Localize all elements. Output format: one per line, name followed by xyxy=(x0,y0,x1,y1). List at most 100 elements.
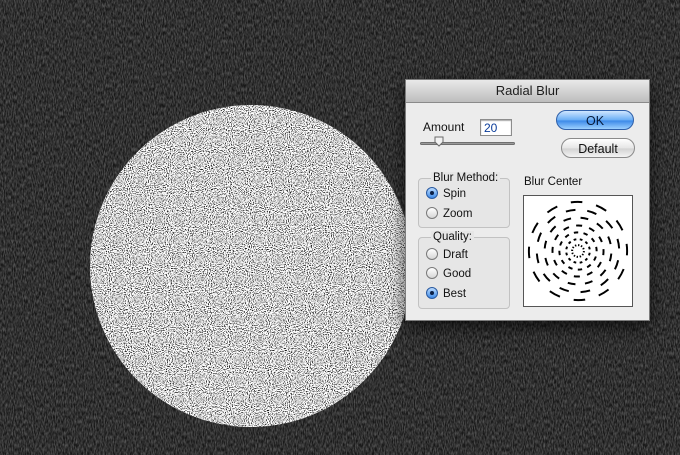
blur-center-label: Blur Center xyxy=(524,176,583,188)
radio-best-label: Best xyxy=(443,288,467,300)
spin-arc xyxy=(584,280,593,285)
amount-slider-thumb[interactable] xyxy=(434,136,444,147)
radio-spin-icon[interactable] xyxy=(426,187,438,199)
radial-blur-dialog: Radial Blur Amount OK Default Blur Metho… xyxy=(405,79,650,321)
spin-arc xyxy=(565,246,569,250)
spin-arc xyxy=(567,257,572,262)
spin-arc xyxy=(599,269,607,277)
spin-arc xyxy=(536,232,542,243)
radio-spin-label: Spin xyxy=(443,188,467,200)
spin-arc xyxy=(598,288,610,297)
spin-arc xyxy=(543,240,548,249)
radio-best[interactable]: Best xyxy=(426,287,466,303)
spin-arc xyxy=(567,240,572,245)
spin-arc xyxy=(586,271,593,276)
amount-label: Amount xyxy=(423,120,465,134)
dialog-title[interactable]: Radial Blur xyxy=(406,80,649,103)
spin-arc xyxy=(572,246,575,249)
spin-arc xyxy=(532,271,541,283)
radio-zoom-label: Zoom xyxy=(443,208,473,220)
spin-arc xyxy=(586,263,592,269)
spin-arc xyxy=(580,289,591,294)
radio-spin[interactable]: Spin xyxy=(426,187,466,203)
spin-arc xyxy=(579,255,582,258)
spin-arc xyxy=(584,257,589,262)
ok-button[interactable]: OK xyxy=(556,110,634,130)
spin-arc xyxy=(608,253,613,262)
quality-title: Quality: xyxy=(431,231,474,244)
spin-arc xyxy=(549,290,561,298)
blur-method-group: Blur Method: Spin Zoom xyxy=(418,172,510,228)
spin-arc xyxy=(535,253,540,264)
spin-arc xyxy=(584,240,589,245)
spin-arc xyxy=(560,259,566,265)
spin-arc xyxy=(616,238,621,249)
spin-arc xyxy=(580,216,589,221)
spin-arc xyxy=(590,237,596,243)
spin-arc xyxy=(586,209,597,215)
radio-good-icon[interactable] xyxy=(426,267,438,279)
radio-zoom[interactable]: Zoom xyxy=(426,207,472,223)
spin-arc xyxy=(544,257,549,266)
spin-arc xyxy=(527,246,531,259)
spin-arc xyxy=(573,260,577,264)
spin-arc xyxy=(565,208,576,213)
spin-arc xyxy=(563,217,572,222)
spin-arc xyxy=(570,200,583,204)
radio-good[interactable]: Good xyxy=(426,267,471,283)
spin-arc xyxy=(565,252,568,256)
spin-arc xyxy=(625,243,629,256)
spin-arc xyxy=(607,236,612,245)
spin-arc xyxy=(573,298,586,302)
spin-arc xyxy=(581,253,584,256)
spin-arc xyxy=(580,245,583,248)
spin-arc xyxy=(567,281,576,286)
spin-arc xyxy=(567,266,573,270)
spin-arc xyxy=(605,220,614,229)
blur-center-preview[interactable] xyxy=(523,195,633,307)
radio-zoom-icon[interactable] xyxy=(426,207,438,219)
spin-arc xyxy=(573,238,577,241)
spin-arc xyxy=(588,227,595,233)
radio-good-label: Good xyxy=(443,268,472,280)
spin-arc xyxy=(531,222,539,234)
spin-arc xyxy=(615,219,624,231)
spin-arc xyxy=(571,252,574,255)
radio-best-icon[interactable] xyxy=(426,287,438,299)
spin-arc xyxy=(582,247,585,250)
spin-arc xyxy=(564,233,570,239)
radio-draft-icon[interactable] xyxy=(426,248,438,260)
spin-arc xyxy=(559,287,570,293)
spin-arc xyxy=(547,215,556,224)
amount-input[interactable] xyxy=(480,119,512,136)
spin-arc xyxy=(563,226,570,231)
spin-arc xyxy=(583,232,589,236)
spin-arc xyxy=(588,246,591,250)
spin-arc xyxy=(546,205,558,214)
spin-arc xyxy=(587,252,591,256)
spin-arc xyxy=(552,272,560,280)
spin-arc xyxy=(579,261,583,264)
spin-arc xyxy=(542,273,551,282)
spin-arc xyxy=(561,269,568,275)
spin-arc xyxy=(559,240,563,246)
quality-group: Quality: Draft Good Best xyxy=(418,231,510,309)
spin-arc xyxy=(574,244,577,247)
spin-arc xyxy=(598,236,603,243)
spin-arc xyxy=(553,259,558,266)
spin-arc xyxy=(549,225,557,233)
spin-arc xyxy=(573,254,576,257)
spin-arc xyxy=(579,238,583,242)
spin-arc xyxy=(600,278,609,287)
spin-arc xyxy=(595,204,607,212)
default-button[interactable]: Default xyxy=(561,138,635,158)
spin-arc xyxy=(614,259,620,270)
blur-method-title: Blur Method: xyxy=(431,172,501,185)
radio-draft-label: Draft xyxy=(443,249,468,261)
spin-arc xyxy=(596,222,604,230)
radio-draft[interactable]: Draft xyxy=(426,248,468,264)
spin-arc xyxy=(596,261,602,268)
spin-arc xyxy=(617,268,625,280)
spin-arc xyxy=(554,234,560,241)
spin-arc xyxy=(593,256,597,262)
